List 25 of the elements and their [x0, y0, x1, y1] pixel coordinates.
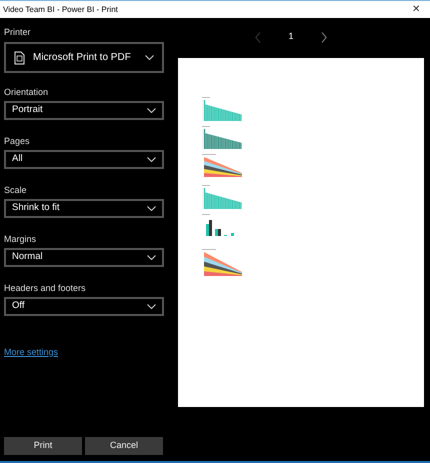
dropdown[interactable]: Shrink to fit — [4, 199, 164, 218]
chevron-down-icon — [147, 255, 156, 260]
page-number: 1 — [288, 30, 294, 44]
field-label: Printer — [4, 27, 32, 38]
dropdown[interactable]: All — [4, 150, 164, 169]
printer-document-icon — [14, 50, 25, 64]
chevron-down-icon — [147, 206, 156, 211]
print-button[interactable]: Print — [4, 437, 82, 455]
field-label: Pages — [4, 136, 31, 147]
field-label: Headers and footers — [4, 283, 87, 294]
dropdown[interactable]: Off — [4, 297, 164, 316]
chevron-down-icon — [147, 157, 156, 162]
field-label: Scale — [4, 185, 28, 196]
chevron-down-icon — [145, 55, 154, 60]
chevron-down-icon — [147, 108, 156, 113]
dropdown[interactable]: Normal — [4, 248, 164, 267]
dropdown[interactable]: Portrait — [4, 101, 164, 120]
field-label: Orientation — [4, 87, 50, 98]
close-button[interactable]: ✕ — [412, 4, 420, 14]
more-settings-link[interactable]: More settings — [4, 346, 58, 360]
printer-dropdown[interactable]: Microsoft Print to PDF — [4, 42, 164, 73]
cancel-button[interactable]: Cancel — [85, 437, 163, 455]
window-title: Video Team BI - Power BI - Print — [3, 4, 118, 16]
chevron-down-icon — [147, 304, 156, 309]
field-label: Margins — [4, 234, 38, 245]
